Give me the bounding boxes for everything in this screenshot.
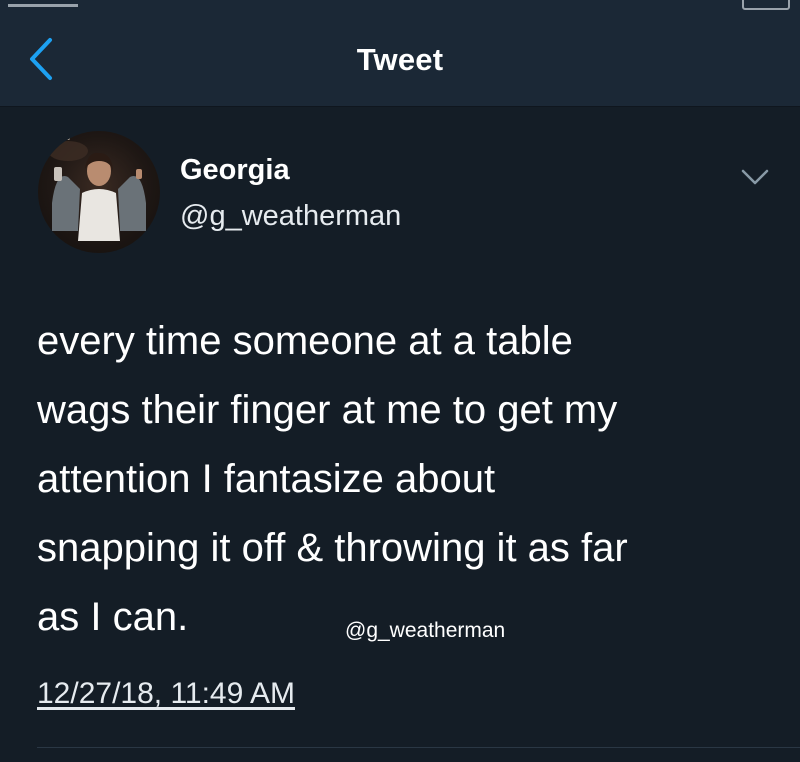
user-handle[interactable]: @g_weatherman: [180, 200, 401, 233]
tweet: Georgia @g_weatherman every time someone…: [0, 107, 800, 762]
signal-icon: [8, 0, 78, 7]
tweet-text: every time someone at a table wags their…: [37, 319, 628, 639]
display-name[interactable]: Georgia: [180, 154, 290, 187]
battery-icon: [742, 0, 790, 10]
watermark: @g_weatherman: [345, 619, 506, 642]
avatar[interactable]: [38, 131, 160, 253]
nav-bar: Tweet: [0, 14, 800, 107]
tweet-timestamp[interactable]: 12/27/18, 11:49 AM: [37, 677, 295, 711]
status-bar: [0, 0, 800, 14]
divider: [37, 747, 800, 748]
chevron-down-icon: [741, 169, 769, 185]
more-options-button[interactable]: [738, 165, 772, 189]
page-title: Tweet: [356, 42, 444, 77]
profile-photo: [48, 136, 146, 241]
